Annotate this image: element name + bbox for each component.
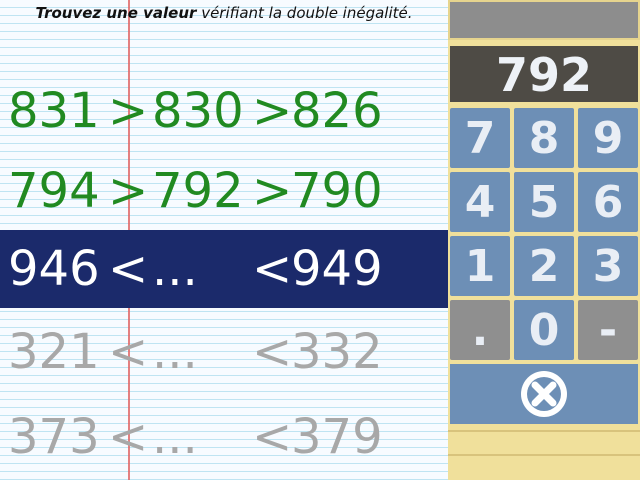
panel-header (448, 0, 640, 40)
left-operator: < (108, 324, 149, 380)
left-operator: < (108, 241, 149, 297)
clear-button[interactable] (450, 364, 638, 424)
right-operator: > (252, 83, 293, 139)
left-operator: > (108, 163, 149, 219)
left-operator: > (108, 83, 149, 139)
answer-placeholder[interactable]: ... (152, 238, 198, 300)
right-value: 790 (291, 163, 383, 219)
right-value: 379 (291, 409, 383, 465)
right-operator: > (252, 163, 293, 219)
instruction-bold: Trouvez une valeur (35, 4, 197, 22)
right-operator: < (252, 324, 293, 380)
instruction-rest: vérifiant la double inégalité. (201, 4, 413, 22)
key-2[interactable]: 2 (514, 236, 574, 296)
key-5[interactable]: 5 (514, 172, 574, 232)
key-4[interactable]: 4 (450, 172, 510, 232)
left-value: 321 (8, 324, 100, 380)
panel-header-bar (450, 2, 638, 38)
exercise-row-4: 321 < ... < 332 (0, 313, 448, 391)
instruction-text: Trouvez une valeur vérifiant la double i… (0, 0, 448, 26)
key-8[interactable]: 8 (514, 108, 574, 168)
key-0[interactable]: 0 (514, 300, 574, 360)
exercise-row-5: 373 < ... < 379 (0, 398, 448, 476)
footer-line (448, 454, 640, 456)
clear-circle-x-icon (521, 371, 567, 417)
answer-value: 792 (152, 163, 244, 219)
right-operator: < (252, 409, 293, 465)
footer-line (448, 430, 640, 432)
left-operator: < (108, 409, 149, 465)
answer-value: 830 (152, 83, 244, 139)
notebook-paper: Trouvez une valeur vérifiant la double i… (0, 0, 448, 480)
answer-placeholder: ... (152, 409, 198, 465)
answer-display: 792 (450, 46, 638, 102)
exercise-row-active[interactable]: 946 < ... < 949 (0, 230, 448, 308)
answer-placeholder: ... (152, 324, 198, 380)
right-value: 949 (291, 241, 383, 297)
key-1[interactable]: 1 (450, 236, 510, 296)
numeric-keypad: 7 8 9 4 5 6 1 2 3 . 0 - (450, 108, 638, 424)
left-value: 831 (8, 83, 100, 139)
right-value: 826 (291, 83, 383, 139)
right-value: 332 (291, 324, 383, 380)
key-3[interactable]: 3 (578, 236, 638, 296)
keypad-panel: 792 7 8 9 4 5 6 1 2 3 . 0 - (448, 0, 640, 480)
left-value: 794 (8, 163, 100, 219)
key-7[interactable]: 7 (450, 108, 510, 168)
key-minus[interactable]: - (578, 300, 638, 360)
left-value: 946 (8, 241, 100, 297)
key-decimal[interactable]: . (450, 300, 510, 360)
key-9[interactable]: 9 (578, 108, 638, 168)
exercise-row-2: 794 > 792 > 790 (0, 152, 448, 230)
right-operator: < (252, 241, 293, 297)
left-value: 373 (8, 409, 100, 465)
exercise-row-1: 831 > 830 > 826 (0, 72, 448, 150)
panel-footer (448, 430, 640, 480)
key-6[interactable]: 6 (578, 172, 638, 232)
